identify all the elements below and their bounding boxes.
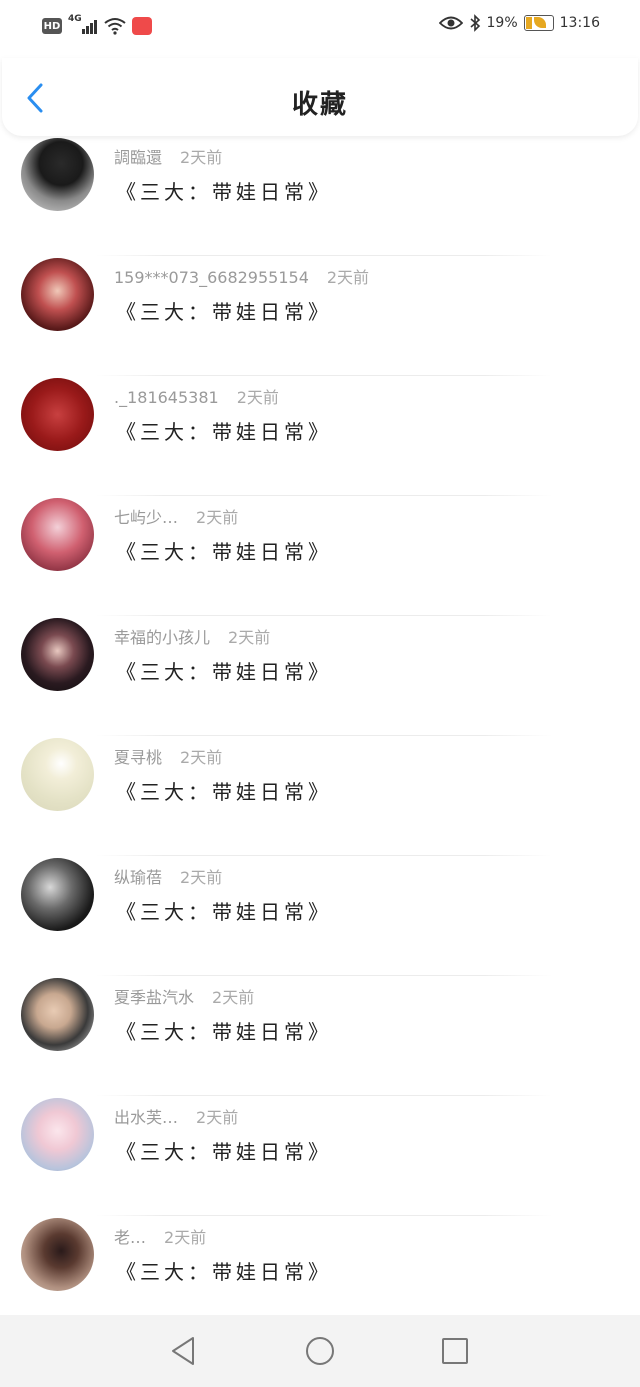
signal-icon: 4G (68, 14, 98, 36)
timestamp: 2天前 (164, 1228, 207, 1247)
square-recent-icon (442, 1338, 468, 1364)
timestamp: 2天前 (228, 628, 271, 647)
meta-line: 調臨還 2天前 (114, 144, 222, 168)
username[interactable]: 出水芙… (114, 1108, 178, 1127)
avatar[interactable] (21, 1218, 94, 1291)
username[interactable]: 調臨還 (114, 148, 162, 167)
header: 收藏 (2, 58, 638, 136)
avatar[interactable] (21, 378, 94, 451)
timestamp: 2天前 (326, 268, 370, 287)
list-item[interactable]: 出水芙… 2天前 《三大：带娃日常》 (0, 1096, 640, 1216)
nav-recent-button[interactable] (437, 1333, 473, 1369)
nav-back-button[interactable] (165, 1333, 201, 1369)
timestamp: 2天前 (180, 868, 223, 887)
nav-home-button[interactable] (302, 1333, 338, 1369)
item-title[interactable]: 《三大：带娃日常》 (116, 536, 332, 565)
status-left: HD 4G (42, 14, 152, 36)
list-item[interactable]: 纵瑜蓓 2天前 《三大：带娃日常》 (0, 856, 640, 976)
meta-line: ._181645381 2天前 (114, 384, 279, 408)
list-item[interactable]: 幸福的小孩儿 2天前 《三大：带娃日常》 (0, 616, 640, 736)
timestamp: 2天前 (236, 388, 279, 407)
item-title[interactable]: 《三大：带娃日常》 (116, 1016, 332, 1045)
avatar[interactable] (21, 858, 94, 931)
app-notification-icon (132, 17, 152, 35)
meta-line: 夏寻桃 2天前 (114, 744, 222, 768)
circle-home-icon (306, 1337, 334, 1365)
status-right: 19% 13:16 (438, 14, 600, 32)
meta-line: 夏季盐汽水 2天前 (114, 984, 254, 1008)
list-item[interactable]: 夏季盐汽水 2天前 《三大：带娃日常》 (0, 976, 640, 1096)
network-type: 4G (68, 14, 82, 24)
favorites-list: 調臨還 2天前 《三大：带娃日常》 159***073_6682955154 2天前… (0, 136, 640, 1336)
timestamp: 2天前 (180, 748, 223, 767)
meta-line: 幸福的小孩儿 2天前 (114, 624, 270, 648)
avatar[interactable] (21, 498, 94, 571)
wifi-icon (104, 18, 126, 35)
page-title: 收藏 (291, 90, 348, 120)
item-title[interactable]: 《三大：带娃日常》 (116, 776, 332, 805)
username[interactable]: ._181645381 (114, 388, 219, 407)
username[interactable]: 夏寻桃 (114, 748, 162, 767)
system-nav-bar (0, 1315, 640, 1387)
item-title[interactable]: 《三大：带娃日常》 (116, 896, 332, 925)
clock: 13:16 (559, 15, 600, 31)
bluetooth-icon (469, 14, 480, 32)
username[interactable]: 夏季盐汽水 (114, 988, 194, 1007)
username[interactable]: 老… (114, 1228, 146, 1247)
username[interactable]: 159***073_6682955154 (114, 268, 309, 287)
item-title[interactable]: 《三大：带娃日常》 (116, 296, 332, 325)
list-item[interactable]: 159***073_6682955154 2天前 《三大：带娃日常》 (0, 256, 640, 376)
avatar[interactable] (21, 138, 94, 211)
username[interactable]: 纵瑜蓓 (114, 868, 162, 887)
avatar[interactable] (21, 1098, 94, 1171)
timestamp: 2天前 (196, 508, 239, 527)
timestamp: 2天前 (196, 1108, 239, 1127)
avatar[interactable] (21, 978, 94, 1051)
battery-icon (523, 15, 554, 31)
meta-line: 老… 2天前 (114, 1224, 206, 1248)
meta-line: 159***073_6682955154 2天前 (114, 264, 369, 288)
hd-badge: HD (42, 18, 62, 34)
avatar[interactable] (21, 258, 94, 331)
item-title[interactable]: 《三大：带娃日常》 (116, 1256, 332, 1285)
username[interactable]: 幸福的小孩儿 (114, 628, 210, 647)
meta-line: 纵瑜蓓 2天前 (114, 864, 222, 888)
eye-icon (438, 16, 463, 30)
meta-line: 七屿少… 2天前 (114, 504, 238, 528)
item-title[interactable]: 《三大：带娃日常》 (116, 416, 332, 445)
timestamp: 2天前 (180, 148, 223, 167)
timestamp: 2天前 (212, 988, 255, 1007)
list-item[interactable]: 七屿少… 2天前 《三大：带娃日常》 (0, 496, 640, 616)
item-title[interactable]: 《三大：带娃日常》 (116, 1136, 332, 1165)
meta-line: 出水芙… 2天前 (114, 1104, 238, 1128)
battery-percent: 19% (486, 15, 518, 31)
avatar[interactable] (21, 738, 94, 811)
list-item[interactable]: 夏寻桃 2天前 《三大：带娃日常》 (0, 736, 640, 856)
triangle-back-icon (172, 1337, 194, 1365)
item-title[interactable]: 《三大：带娃日常》 (116, 176, 332, 205)
status-bar: HD 4G 19% 13:16 (0, 0, 640, 56)
list-item[interactable]: ._181645381 2天前 《三大：带娃日常》 (0, 376, 640, 496)
username[interactable]: 七屿少… (114, 508, 178, 527)
item-title[interactable]: 《三大：带娃日常》 (116, 656, 332, 685)
avatar[interactable] (21, 618, 94, 691)
list-item[interactable]: 調臨還 2天前 《三大：带娃日常》 (0, 136, 640, 256)
